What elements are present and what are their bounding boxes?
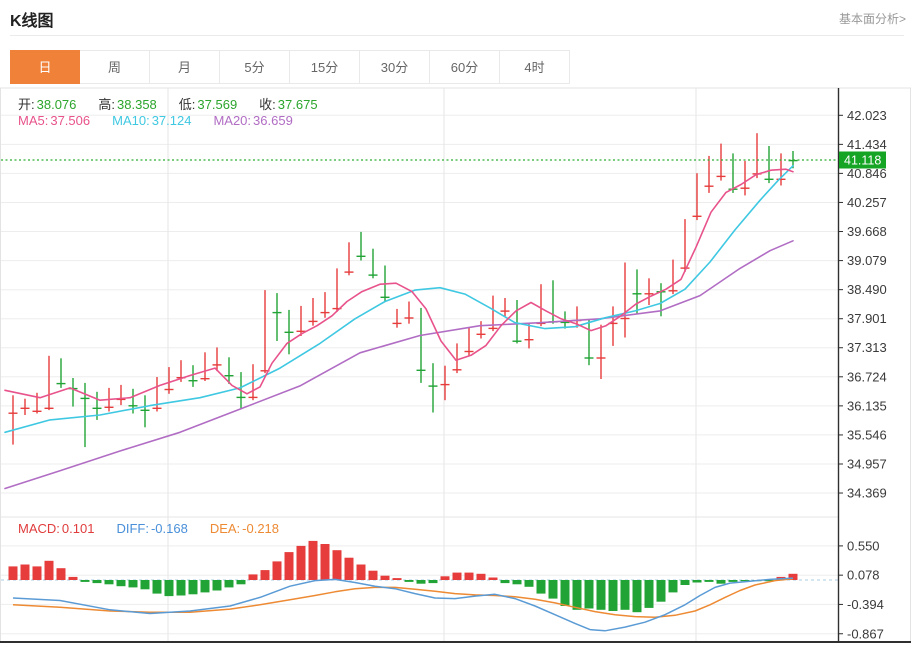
info-segment: 低:37.569 <box>179 94 237 113</box>
y-axis-tick-label: 34.957 <box>847 457 887 472</box>
info-value: 37.569 <box>197 97 237 112</box>
info-label: MA5: <box>18 113 48 128</box>
y-axis-tick-label: 35.546 <box>847 427 887 442</box>
pane-borders <box>0 88 911 641</box>
y-axis-tick-label: 40.257 <box>847 195 887 210</box>
info-value: 37.124 <box>152 113 192 128</box>
axis <box>0 88 911 643</box>
ma-info: MA5:37.506 MA10:37.124 MA20:36.659 <box>18 113 315 128</box>
y-axis-tick-label: 36.135 <box>847 398 887 413</box>
info-segment: MA20:36.659 <box>213 113 292 128</box>
y-axis-tick-label: 34.369 <box>847 486 887 501</box>
y-axis-tick-label: 37.901 <box>847 311 887 326</box>
axis-labels: 42.02341.43440.84640.25739.66839.07938.4… <box>838 108 887 642</box>
info-segment: MA5:37.506 <box>18 113 90 128</box>
info-segment: MACD:0.101 <box>18 521 94 536</box>
info-value: 37.675 <box>278 97 318 112</box>
info-label: MACD: <box>18 521 60 536</box>
info-value: 37.506 <box>50 113 90 128</box>
y-axis-tick-label: 36.724 <box>847 369 887 384</box>
info-value: 38.076 <box>37 97 77 112</box>
info-label: DIFF: <box>116 521 149 536</box>
info-value: 38.358 <box>117 97 157 112</box>
info-label: 高: <box>98 97 115 112</box>
y-axis-tick-label: 0.078 <box>847 568 880 583</box>
info-segment: DEA:-0.218 <box>210 521 279 536</box>
info-segment: 高:38.358 <box>98 94 156 113</box>
info-label: 开: <box>18 97 35 112</box>
y-axis-tick-label: 42.023 <box>847 108 887 123</box>
info-segment: MA10:37.124 <box>112 113 191 128</box>
info-value: 0.101 <box>62 521 95 536</box>
y-axis-tick-label: 37.313 <box>847 340 887 355</box>
info-label: MA10: <box>112 113 150 128</box>
info-segment: 开:38.076 <box>18 94 76 113</box>
current-price-badge: 41.118 <box>839 152 886 169</box>
info-label: MA20: <box>213 113 251 128</box>
info-label: 收: <box>259 97 276 112</box>
ohlc-info: 开:38.076 高:38.358 低:37.569 收:37.675 <box>18 94 340 113</box>
info-segment: DIFF:-0.168 <box>116 521 187 536</box>
info-value: -0.218 <box>242 521 279 536</box>
macd-info: MACD:0.101 DIFF:-0.168 DEA:-0.218 <box>18 521 301 536</box>
info-value: -0.168 <box>151 521 188 536</box>
info-value: 36.659 <box>253 113 293 128</box>
y-axis-tick-label: -0.867 <box>847 626 884 641</box>
grid-lines <box>1 88 838 641</box>
y-axis-tick-label: 39.079 <box>847 253 887 268</box>
ma-lines <box>5 166 793 489</box>
macd-histogram <box>9 541 798 612</box>
y-axis-tick-label: -0.394 <box>847 597 884 612</box>
y-axis-tick-label: 39.668 <box>847 224 887 239</box>
y-axis-tick-label: 41.434 <box>847 137 887 152</box>
info-label: DEA: <box>210 521 240 536</box>
y-axis-tick-label: 38.490 <box>847 282 887 297</box>
kline-panel: K线图 基本面分析> 日周月5分15分30分60分4时 42.02341.434… <box>0 0 914 647</box>
info-label: 低: <box>179 97 196 112</box>
current-price-value: 41.118 <box>844 154 881 168</box>
y-axis-tick-label: 0.550 <box>847 538 880 553</box>
info-segment: 收:37.675 <box>259 94 317 113</box>
